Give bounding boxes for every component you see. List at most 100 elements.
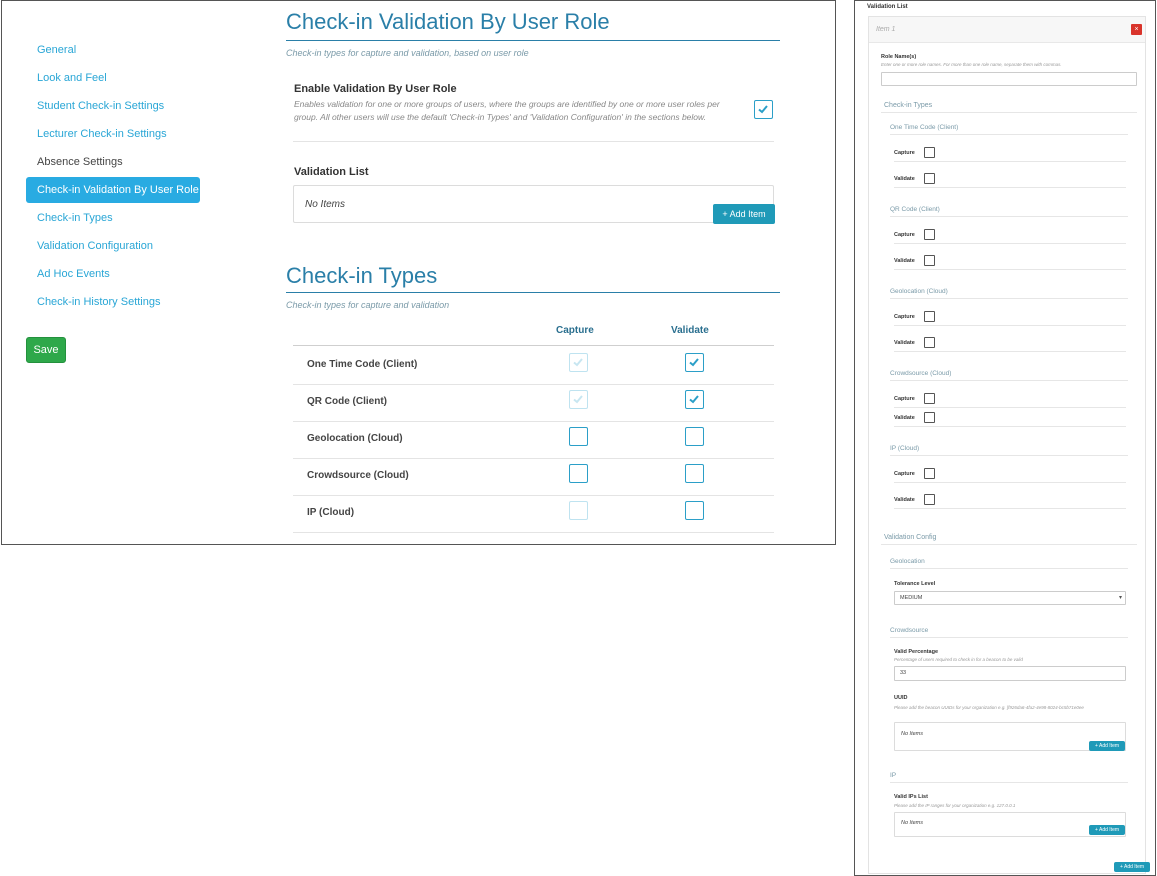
validate-checkbox[interactable] bbox=[924, 173, 935, 184]
section-divider bbox=[286, 292, 780, 293]
divider bbox=[293, 141, 774, 142]
validate-checkbox[interactable] bbox=[924, 337, 935, 348]
panel-checkin-type-heading: IP (Cloud) bbox=[890, 445, 920, 452]
validate-checkbox[interactable] bbox=[924, 494, 935, 505]
panel-checkin-type-heading: QR Code (Client) bbox=[890, 206, 940, 213]
check-icon bbox=[573, 358, 583, 367]
divider bbox=[890, 134, 1128, 135]
capture-checkbox[interactable] bbox=[924, 468, 935, 479]
nav-item-lecturer-checkin-settings[interactable]: Lecturer Check-in Settings bbox=[26, 121, 206, 147]
uuid-list-box: No Items + Add Item bbox=[894, 722, 1126, 751]
nav-item-general[interactable]: General bbox=[26, 37, 206, 63]
validate-label: Validate bbox=[894, 176, 915, 182]
nav-item-checkin-history-settings[interactable]: Check-in History Settings bbox=[26, 289, 206, 315]
nav-item-student-checkin-settings[interactable]: Student Check-in Settings bbox=[26, 93, 206, 119]
row-divider bbox=[894, 161, 1126, 162]
row-divider bbox=[894, 482, 1126, 483]
role-name-input[interactable] bbox=[881, 72, 1137, 86]
validate-checkbox[interactable] bbox=[685, 501, 704, 520]
validate-checkbox[interactable] bbox=[685, 427, 704, 446]
row-divider bbox=[894, 269, 1126, 270]
item-title: Item 1 bbox=[876, 26, 896, 33]
add-ip-button[interactable]: + Add Item bbox=[1089, 825, 1125, 835]
row-divider bbox=[894, 407, 1126, 408]
divider bbox=[890, 298, 1128, 299]
section-divider bbox=[286, 40, 780, 41]
settings-nav: General Look and Feel Student Check-in S… bbox=[26, 37, 206, 317]
chevron-down-icon: ▾ bbox=[1118, 595, 1122, 601]
row-divider bbox=[293, 532, 774, 533]
capture-checkbox[interactable] bbox=[924, 393, 935, 404]
row-divider bbox=[293, 458, 774, 459]
valid-ips-label: Valid IPs List bbox=[894, 794, 928, 800]
capture-checkbox[interactable] bbox=[924, 311, 935, 322]
validate-checkbox[interactable] bbox=[924, 412, 935, 423]
no-items-text: No Items bbox=[901, 731, 924, 737]
add-item-button[interactable]: + Add Item bbox=[713, 204, 775, 224]
enable-validation-checkbox[interactable] bbox=[754, 100, 773, 119]
uuid-help: Please add the beacon UUIDs for your org… bbox=[894, 705, 1084, 710]
row-divider bbox=[894, 187, 1126, 188]
add-item-button[interactable]: + Add Item bbox=[1114, 862, 1150, 872]
role-name-label: Role Name(s) bbox=[881, 54, 917, 60]
nav-item-ad-hoc-events[interactable]: Ad Hoc Events bbox=[26, 261, 206, 287]
validation-list-label: Validation List bbox=[294, 166, 369, 178]
validate-checkbox[interactable] bbox=[685, 464, 704, 483]
nav-item-checkin-validation-by-user-role[interactable]: Check-in Validation By User Role bbox=[26, 177, 200, 203]
validate-checkbox[interactable] bbox=[685, 353, 704, 372]
divider bbox=[890, 216, 1128, 217]
capture-checkbox[interactable] bbox=[569, 390, 588, 409]
divider bbox=[890, 455, 1128, 456]
valid-percentage-label: Valid Percentage bbox=[894, 649, 939, 655]
tolerance-level-select[interactable]: MEDIUM ▾ bbox=[894, 591, 1126, 605]
divider bbox=[890, 637, 1128, 638]
divider bbox=[890, 568, 1128, 569]
capture-checkbox[interactable] bbox=[569, 464, 588, 483]
check-icon bbox=[689, 395, 699, 404]
validate-label: Validate bbox=[894, 415, 915, 421]
row-divider bbox=[293, 384, 774, 385]
checkin-type-label: QR Code (Client) bbox=[307, 396, 387, 407]
capture-checkbox[interactable] bbox=[924, 229, 935, 240]
add-uuid-button[interactable]: + Add Item bbox=[1089, 741, 1125, 751]
capture-label: Capture bbox=[894, 471, 915, 477]
remove-item-button[interactable]: × bbox=[1131, 24, 1142, 35]
checkin-type-label: IP (Cloud) bbox=[307, 507, 355, 518]
enable-validation-label: Enable Validation By User Role bbox=[294, 83, 457, 95]
panel-heading: Validation List bbox=[867, 4, 908, 10]
check-icon bbox=[758, 105, 768, 114]
section-subtitle-checkin-types: Check-in types for capture and validatio… bbox=[286, 300, 450, 310]
nav-item-look-and-feel[interactable]: Look and Feel bbox=[26, 65, 206, 91]
check-icon bbox=[689, 358, 699, 367]
tolerance-level-label: Tolerance Level bbox=[894, 581, 936, 587]
panel-checkin-types-heading: Check-in Types bbox=[884, 102, 933, 109]
row-divider bbox=[293, 421, 774, 422]
tolerance-level-value: MEDIUM bbox=[900, 595, 923, 601]
nav-item-absence-settings[interactable]: Absence Settings bbox=[26, 149, 206, 175]
nav-item-checkin-types[interactable]: Check-in Types bbox=[26, 205, 206, 231]
capture-checkbox[interactable] bbox=[569, 501, 588, 520]
validate-checkbox[interactable] bbox=[924, 255, 935, 266]
row-divider bbox=[293, 495, 774, 496]
check-icon bbox=[573, 395, 583, 404]
item-header: Item 1 × bbox=[869, 17, 1145, 43]
enable-validation-description: Enables validation for one or more group… bbox=[294, 99, 720, 122]
section-subtitle-validation-by-role: Check-in types for capture and validatio… bbox=[286, 48, 529, 58]
validation-list-box: No Items + Add Item bbox=[293, 185, 775, 224]
divider bbox=[881, 112, 1137, 113]
no-items-text: No Items bbox=[901, 820, 924, 826]
nav-item-validation-configuration[interactable]: Validation Configuration bbox=[26, 233, 206, 259]
panel-checkin-type-heading: Crowdsource (Cloud) bbox=[890, 370, 952, 377]
capture-label: Capture bbox=[894, 314, 915, 320]
capture-checkbox[interactable] bbox=[569, 427, 588, 446]
capture-checkbox[interactable] bbox=[569, 353, 588, 372]
divider bbox=[890, 380, 1128, 381]
validate-checkbox[interactable] bbox=[685, 390, 704, 409]
capture-checkbox[interactable] bbox=[924, 147, 935, 158]
row-divider bbox=[894, 426, 1126, 427]
valid-percentage-input[interactable]: 33 bbox=[894, 666, 1126, 681]
row-divider bbox=[894, 351, 1126, 352]
settings-window: General Look and Feel Student Check-in S… bbox=[1, 0, 836, 545]
save-button[interactable]: Save bbox=[26, 337, 66, 363]
divider bbox=[881, 544, 1137, 545]
